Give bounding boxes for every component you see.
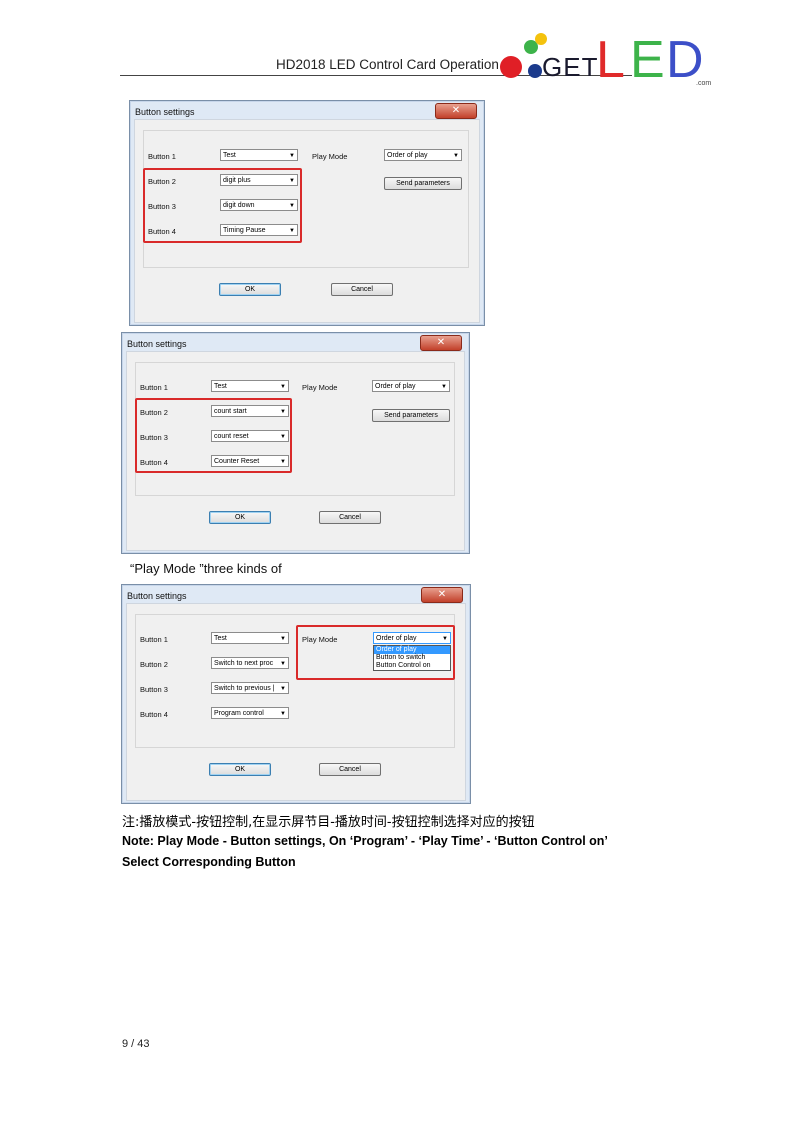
button-3-value: Switch to previous | <box>214 685 275 692</box>
send-parameters-button[interactable]: Send parameters <box>372 409 450 422</box>
chevron-down-icon: ▼ <box>441 384 447 390</box>
igetled-logo: GET L E D .com <box>498 30 718 90</box>
cancel-button[interactable]: Cancel <box>319 511 381 524</box>
logo-letter-l: L <box>596 31 625 89</box>
button-4-value: Program control <box>214 710 264 717</box>
button-1-select[interactable]: Test ▼ <box>211 632 289 644</box>
close-button[interactable]: ✕ <box>435 103 477 119</box>
close-button[interactable]: ✕ <box>420 335 462 351</box>
logo-dot-yellow <box>535 33 547 45</box>
button-1-label: Button 1 <box>140 635 168 644</box>
chevron-down-icon: ▼ <box>280 686 286 692</box>
logo-text-com: .com <box>696 80 712 87</box>
dialog-title: Button settings <box>135 107 195 117</box>
logo-letter-e: E <box>630 31 665 89</box>
play-mode-select[interactable]: Order of play ▼ <box>384 149 462 161</box>
button-4-select[interactable]: Program control ▼ <box>211 707 289 719</box>
chevron-down-icon: ▼ <box>280 384 286 390</box>
button-1-value: Test <box>214 383 227 390</box>
highlight-box <box>143 168 302 243</box>
ok-button[interactable]: OK <box>219 283 281 296</box>
cancel-button[interactable]: Cancel <box>319 763 381 776</box>
button-settings-dialog-2: Button settings ✕ Button 1 Test ▼ Play Mo… <box>121 332 470 554</box>
ok-button[interactable]: OK <box>209 511 271 524</box>
button-1-value: Test <box>214 635 227 642</box>
play-mode-caption: “Play Mode ”three kinds of <box>130 561 282 576</box>
highlight-box <box>135 398 292 473</box>
chevron-down-icon: ▼ <box>280 636 286 642</box>
play-mode-select[interactable]: Order of play ▼ <box>372 380 450 392</box>
button-1-select[interactable]: Test ▼ <box>220 149 298 161</box>
logo-text-get: GET <box>542 52 599 82</box>
page-number: 9 / 43 <box>122 1038 150 1050</box>
cancel-button[interactable]: Cancel <box>331 283 393 296</box>
button-4-label: Button 4 <box>140 710 168 719</box>
document-header-title: HD2018 LED Control Card Operation ma <box>276 57 522 72</box>
note-english-line-2: Select Corresponding Button <box>122 855 296 869</box>
button-2-value: Switch to next proc <box>214 660 274 667</box>
dialog-title: Button settings <box>127 591 187 601</box>
button-1-select[interactable]: Test ▼ <box>211 380 289 392</box>
play-mode-label: Play Mode <box>312 152 348 161</box>
chevron-down-icon: ▼ <box>453 153 459 159</box>
chevron-down-icon: ▼ <box>289 153 295 159</box>
button-2-select[interactable]: Switch to next proc ▼ <box>211 657 289 669</box>
button-1-label: Button 1 <box>140 383 168 392</box>
button-1-label: Button 1 <box>148 152 176 161</box>
button-3-select[interactable]: Switch to previous | ▼ <box>211 682 289 694</box>
button-1-value: Test <box>223 152 236 159</box>
chevron-down-icon: ▼ <box>280 711 286 717</box>
play-mode-value: Order of play <box>387 152 428 159</box>
note-chinese: 注:播放模式-按钮控制,在显示屏节目-播放时间-按钮控制选择对应的按钮 <box>122 815 535 830</box>
button-2-label: Button 2 <box>140 660 168 669</box>
logo-dot-blue <box>528 64 542 78</box>
send-parameters-button[interactable]: Send parameters <box>384 177 462 190</box>
play-mode-label: Play Mode <box>302 383 338 392</box>
close-button[interactable]: ✕ <box>421 587 463 603</box>
button-settings-dialog-1: Button settings ✕ Button 1 Test ▼ Play Mo… <box>129 100 485 326</box>
highlight-box <box>296 625 455 680</box>
dialog-title: Button settings <box>127 339 187 349</box>
button-3-label: Button 3 <box>140 685 168 694</box>
play-mode-value: Order of play <box>375 383 416 390</box>
logo-dot-red <box>500 56 522 78</box>
ok-button[interactable]: OK <box>209 763 271 776</box>
chevron-down-icon: ▼ <box>280 661 286 667</box>
button-settings-dialog-3: Button settings ✕ Button 1 Test ▼ Play Mo… <box>121 584 471 804</box>
note-english-line-1: Note: Play Mode - Button settings, On ‘P… <box>122 834 608 848</box>
